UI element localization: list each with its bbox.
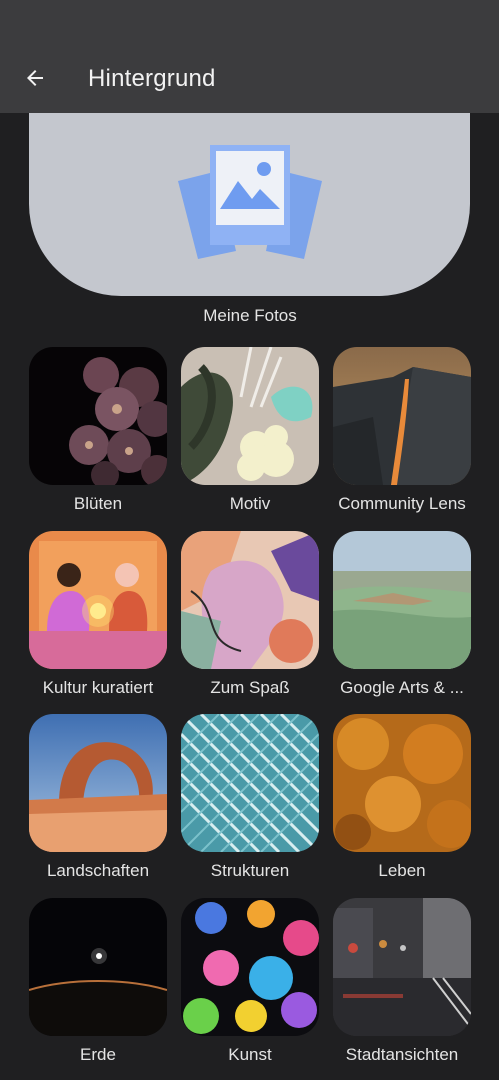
category-label: Blüten [73, 494, 123, 513]
category-label: Zum Spaß [210, 678, 290, 697]
earth-thumbnail [29, 898, 167, 1036]
category-label: Stadtansichten [345, 1045, 459, 1064]
category-label: Landschaften [46, 861, 150, 880]
landscape-thumbnail [29, 714, 167, 852]
waterfall-thumbnail [333, 347, 471, 485]
my-photos-label: Meine Fotos [203, 306, 297, 325]
category-tile-community-lens[interactable] [333, 347, 471, 485]
back-button[interactable] [14, 57, 56, 99]
category-tile-zum-spass[interactable] [181, 531, 319, 669]
category-tile-motiv[interactable] [181, 347, 319, 485]
category-label: Community Lens [338, 494, 466, 513]
category-tile-erde[interactable] [29, 898, 167, 1036]
page-title: Hintergrund [88, 65, 216, 92]
category-label: Strukturen [210, 861, 290, 880]
motif-thumbnail [181, 347, 319, 485]
category-tile-strukturen[interactable] [181, 714, 319, 852]
my-photos-card[interactable] [29, 113, 470, 296]
category-tile-stadtansichten[interactable] [333, 898, 471, 1036]
category-label: Kunst [228, 1045, 272, 1064]
category-label: Motiv [229, 494, 271, 513]
life-thumbnail [333, 714, 471, 852]
photos-stack-icon [178, 145, 322, 259]
category-tile-landschaften[interactable] [29, 714, 167, 852]
category-label: Kultur kuratiert [42, 678, 154, 697]
culture-thumbnail [29, 531, 167, 669]
category-label: Google Arts & ... [340, 678, 464, 697]
category-label: Erde [80, 1045, 116, 1064]
category-tile-leben[interactable] [333, 714, 471, 852]
category-tile-blueten[interactable] [29, 347, 167, 485]
category-tile-kultur-kuratiert[interactable] [29, 531, 167, 669]
category-tile-kunst[interactable] [181, 898, 319, 1036]
arrow-left-icon [27, 70, 43, 86]
structures-thumbnail [181, 714, 319, 852]
art-thumbnail [181, 898, 319, 1036]
category-label: Leben [378, 861, 426, 880]
fun-thumbnail [181, 531, 319, 669]
flowers-thumbnail [29, 347, 167, 485]
category-tile-google-arts[interactable] [333, 531, 471, 669]
arts-landscape-thumbnail [333, 531, 471, 669]
app-bar: Hintergrund [0, 45, 499, 113]
cityscape-thumbnail [333, 898, 471, 1036]
status-bar [0, 0, 499, 45]
